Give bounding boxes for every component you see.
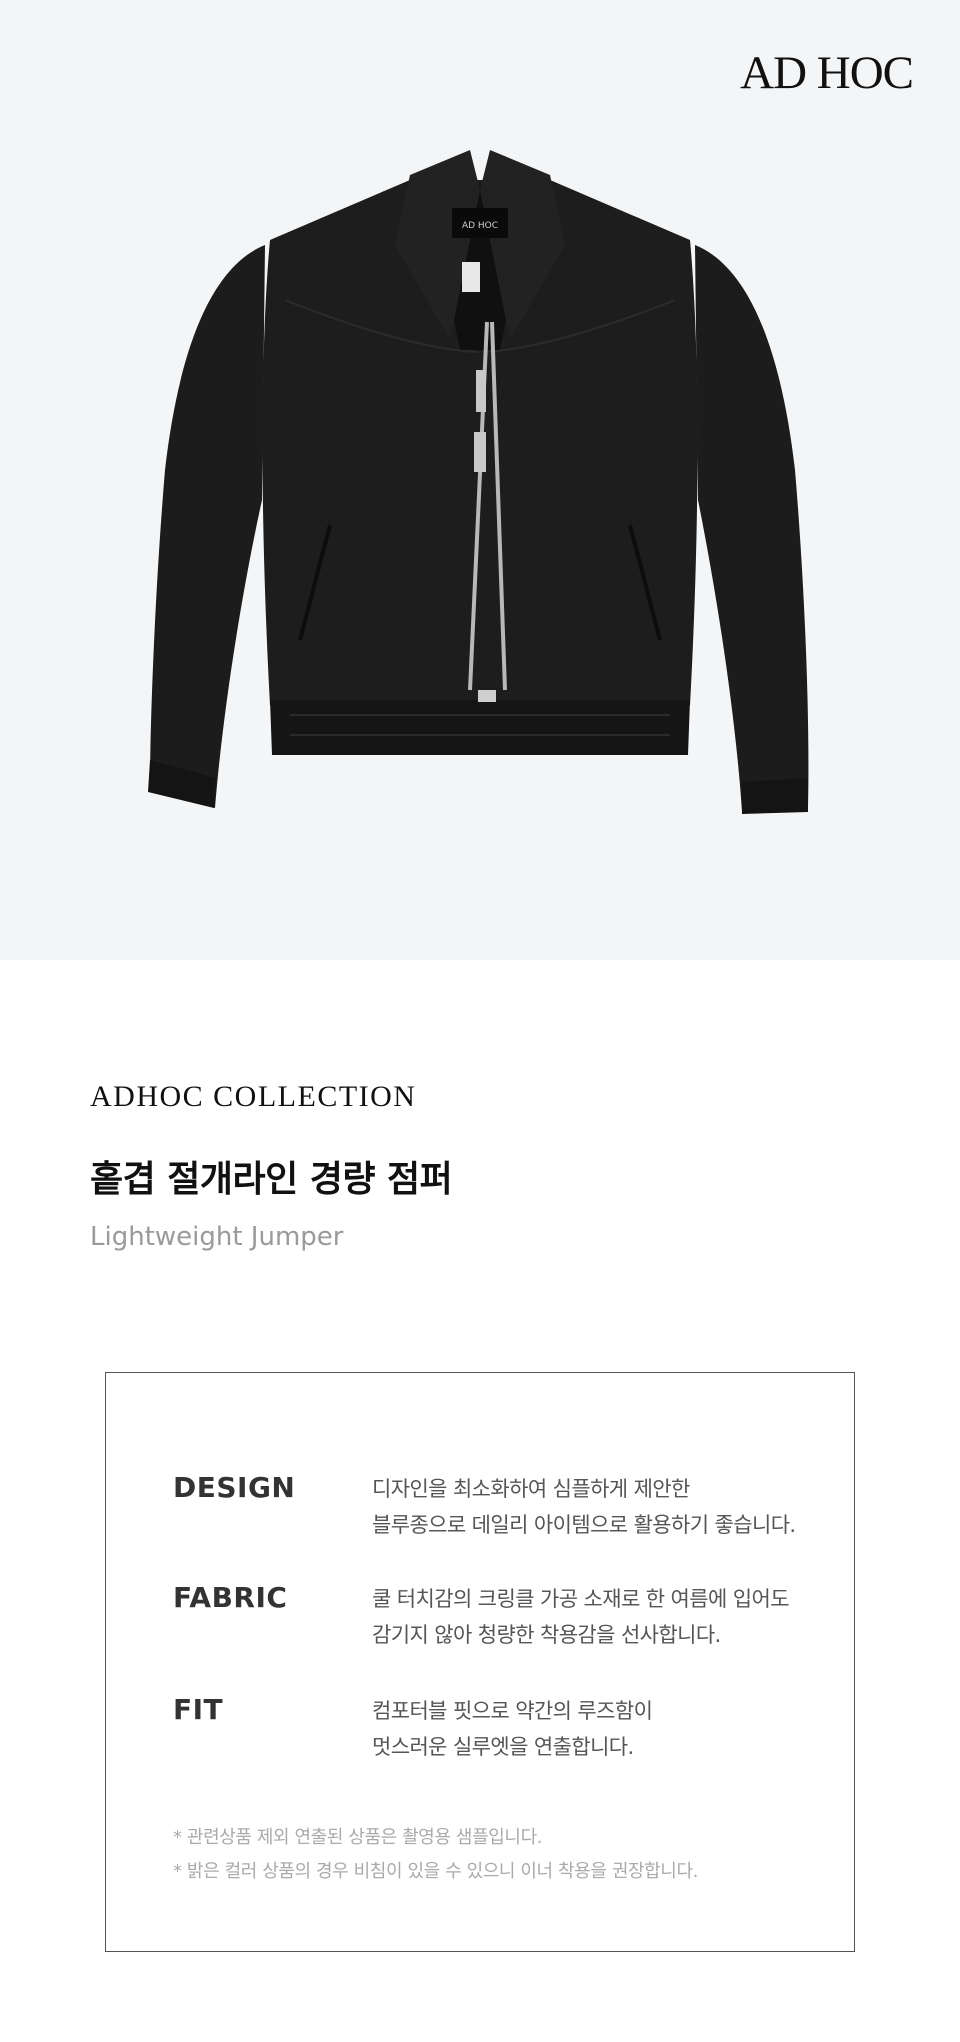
- spec-text-fit: 컴포터블 핏으로 약간의 루즈함이 멋스러운 실루엣을 연출합니다.: [372, 1693, 842, 1765]
- spec-line: 디자인을 최소화하여 심플하게 제안한: [372, 1477, 690, 1501]
- neck-label-text: AD HOC: [462, 221, 498, 231]
- jacket-image: AD HOC: [148, 150, 809, 814]
- spec-label-fit: FIT: [173, 1693, 224, 1726]
- spec-text-fabric: 쿨 터치감의 크링클 가공 소재로 한 여름에 입어도 감기지 않아 청량한 착…: [372, 1581, 842, 1653]
- product-hero-image: AD HOC AD HOC: [0, 0, 960, 960]
- product-title-korean: 홑겹 절개라인 경량 점퍼: [90, 1159, 453, 1200]
- spec-text-design: 디자인을 최소화하여 심플하게 제안한 블루종으로 데일리 아이템으로 활용하기…: [372, 1471, 842, 1543]
- spec-line: 컴포터블 핏으로 약간의 루즈함이: [372, 1699, 653, 1723]
- spec-label-fabric: FABRIC: [173, 1581, 288, 1614]
- product-title-english: Lightweight Jumper: [90, 1222, 344, 1252]
- disclaimer-note: * 관련상품 제외 연출된 상품은 촬영용 샘플입니다.: [173, 1827, 543, 1848]
- product-info: ADHOC COLLECTION 홑겹 절개라인 경량 점퍼 Lightweig…: [90, 1080, 890, 1252]
- product-spec-box: DESIGN 디자인을 최소화하여 심플하게 제안한 블루종으로 데일리 아이템…: [105, 1372, 855, 1952]
- spec-line: 블루종으로 데일리 아이템으로 활용하기 좋습니다.: [372, 1513, 796, 1537]
- collection-name: ADHOC COLLECTION: [90, 1080, 417, 1113]
- spec-line: 쿨 터치감의 크링클 가공 소재로 한 여름에 입어도: [372, 1587, 790, 1611]
- disclaimer-note: * 밝은 컬러 상품의 경우 비침이 있을 수 있으니 이너 착용을 권장합니다…: [173, 1861, 698, 1882]
- spec-label-design: DESIGN: [173, 1471, 296, 1504]
- spec-line: 감기지 않아 청량한 착용감을 선사합니다.: [372, 1623, 721, 1647]
- spec-line: 멋스러운 실루엣을 연출합니다.: [372, 1735, 634, 1759]
